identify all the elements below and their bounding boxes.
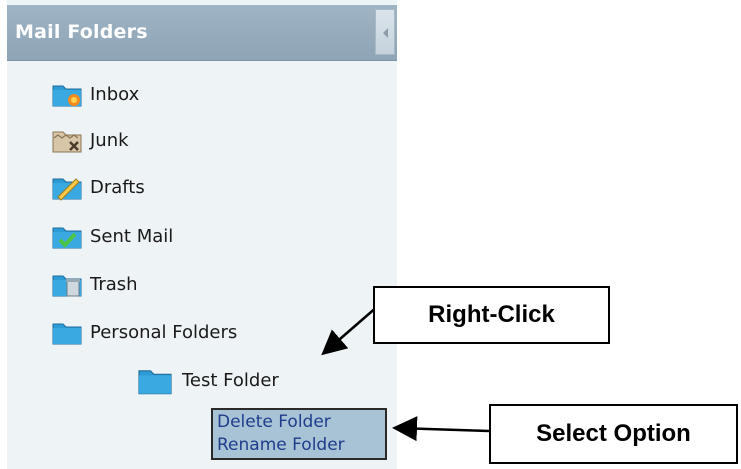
select-option-callout: Select Option (489, 404, 738, 464)
right-click-callout: Right-Click (373, 286, 610, 344)
callout-arrows (321, 305, 490, 442)
select-option-arrow (392, 416, 490, 442)
right-click-arrow (321, 305, 379, 356)
